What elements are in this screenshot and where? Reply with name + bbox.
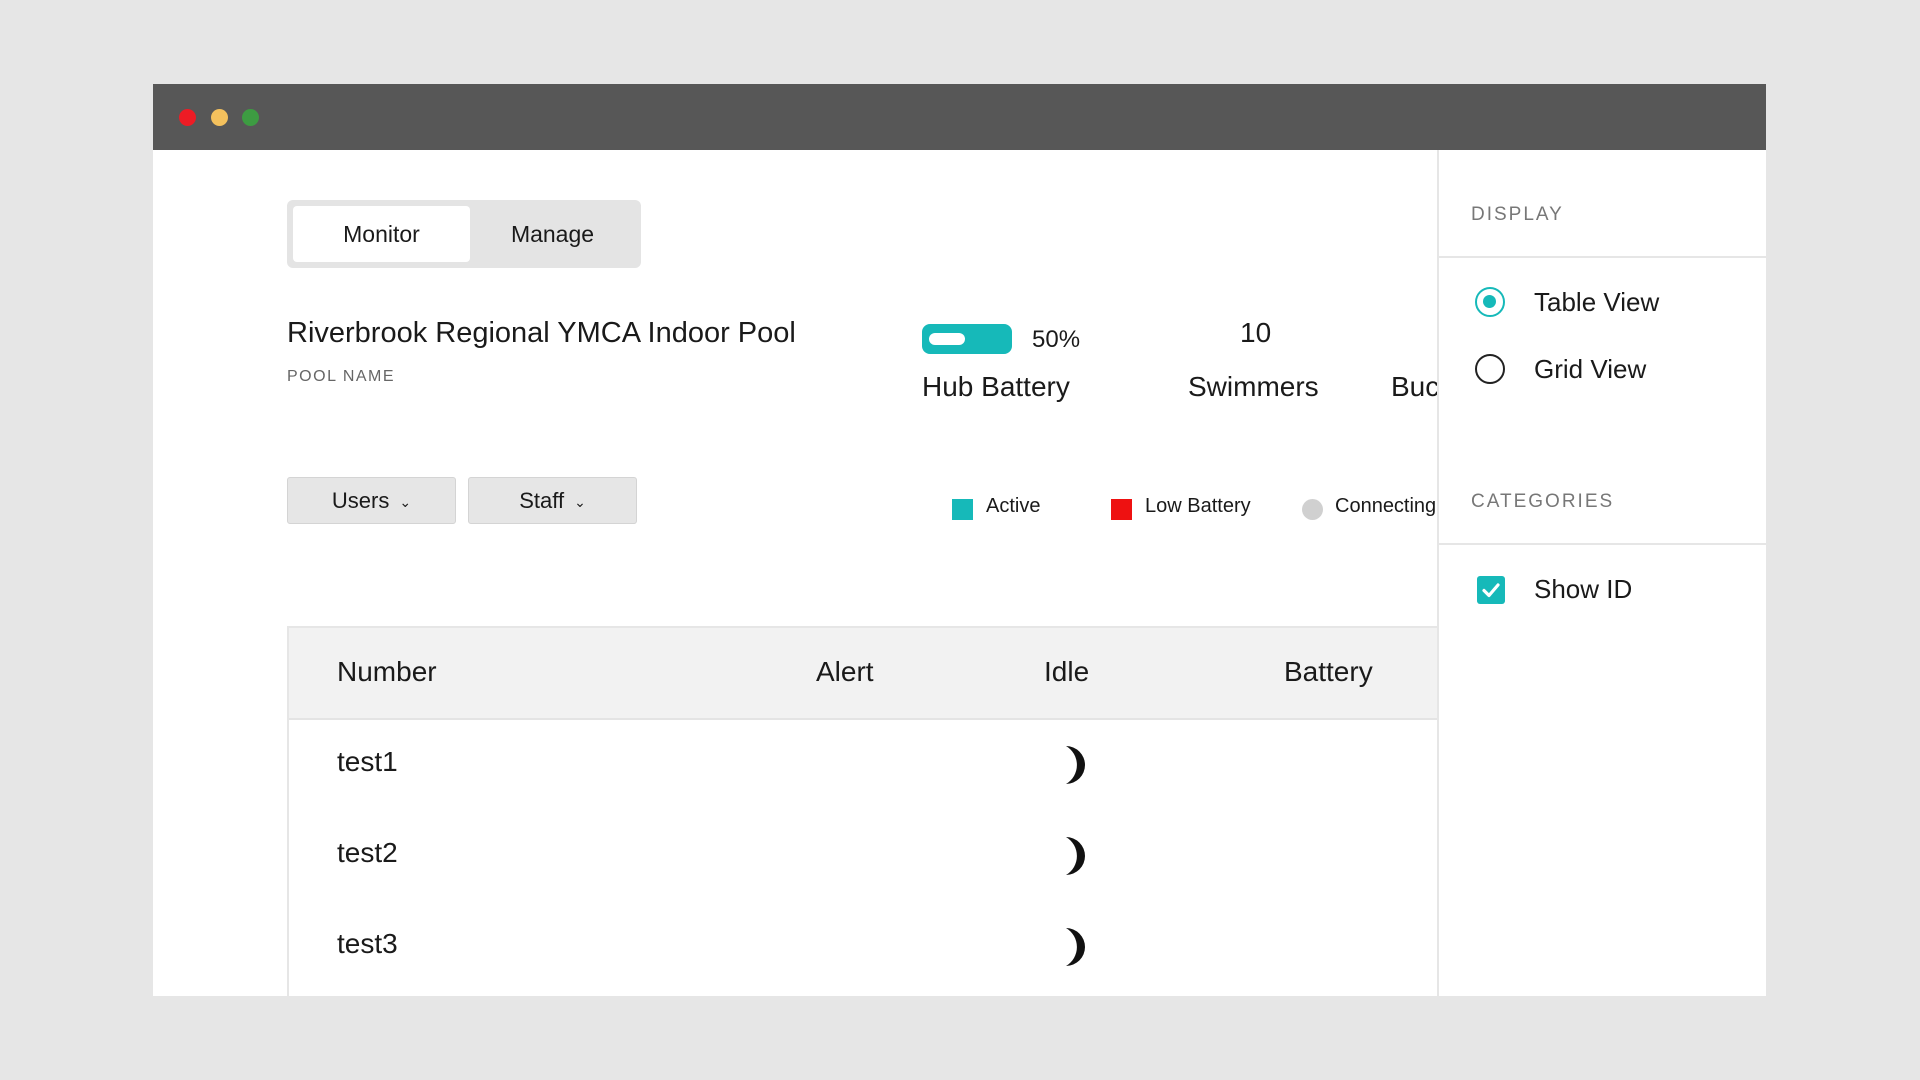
grid-view-radio-option[interactable]: Grid View	[1475, 353, 1735, 387]
swimmers-count: 10	[1240, 317, 1272, 348]
legend-active: Active	[986, 495, 1041, 517]
staff-dropdown-label: Staff	[519, 488, 565, 513]
show-id-checkbox-option[interactable]: Show ID	[1475, 573, 1735, 607]
moon-icon	[1066, 746, 1085, 784]
column-header-battery[interactable]: Battery	[1284, 656, 1373, 688]
close-window-button[interactable]	[179, 109, 196, 126]
hub-battery-fill	[929, 333, 965, 345]
view-mode-segmented-control: Monitor Manage	[287, 200, 641, 268]
table-row[interactable]: test1	[289, 722, 1437, 812]
table-view-radio[interactable]	[1475, 287, 1505, 317]
divider	[1439, 543, 1766, 545]
checkmark-icon	[1482, 583, 1500, 598]
title-bar	[153, 84, 1766, 150]
hub-battery-label: Hub Battery	[922, 371, 1070, 402]
table-view-radio-option[interactable]: Table View	[1475, 286, 1735, 320]
pool-name-label: POOL NAME	[287, 368, 396, 385]
hub-battery-icon	[922, 324, 1012, 354]
column-header-idle[interactable]: Idle	[1044, 656, 1089, 688]
swimmers-table: Number Alert Idle Battery test1 test2 te…	[287, 626, 1437, 996]
table-row[interactable]: test3	[289, 904, 1437, 994]
active-legend-swatch	[952, 499, 973, 520]
tab-manage[interactable]: Manage	[470, 206, 635, 262]
column-header-number[interactable]: Number	[337, 656, 437, 688]
table-row[interactable]: test2	[289, 813, 1437, 903]
staff-dropdown[interactable]: Staff ⌄	[468, 477, 637, 524]
hub-battery-percent: 50%	[1032, 326, 1081, 353]
app-window: Monitor Manage Riverbrook Regional YMCA …	[153, 84, 1766, 996]
legend-connecting: Connecting	[1335, 495, 1437, 517]
moon-icon	[1066, 928, 1085, 966]
pool-name: Riverbrook Regional YMCA Indoor Pool	[287, 317, 796, 349]
grid-view-label: Grid View	[1534, 354, 1647, 384]
table-view-label: Table View	[1534, 287, 1660, 317]
users-dropdown[interactable]: Users ⌄	[287, 477, 456, 524]
chevron-down-icon: ⌄	[399, 493, 412, 510]
buddies-label: Buc	[1391, 371, 1437, 402]
users-dropdown-label: Users	[331, 488, 390, 513]
row-number: test2	[337, 837, 398, 868]
grid-view-radio[interactable]	[1475, 354, 1505, 384]
row-number: test1	[337, 746, 398, 777]
low-battery-legend-swatch	[1111, 499, 1132, 520]
swimmers-label: Swimmers	[1188, 371, 1319, 402]
display-settings-panel: DISPLAY Table View Grid View CATEGORIES …	[1437, 150, 1766, 996]
divider	[1439, 256, 1766, 258]
show-id-checkbox[interactable]	[1477, 576, 1505, 604]
row-number: test3	[337, 928, 398, 959]
tab-monitor[interactable]: Monitor	[293, 206, 470, 262]
connecting-legend-icon	[1302, 499, 1323, 520]
categories-section-title: CATEGORIES	[1471, 491, 1615, 512]
minimize-window-button[interactable]	[211, 109, 228, 126]
moon-icon	[1066, 837, 1085, 875]
column-header-alert[interactable]: Alert	[816, 656, 874, 688]
radio-selected-dot	[1483, 295, 1496, 308]
chevron-down-icon: ⌄	[574, 493, 586, 510]
display-section-title: DISPLAY	[1471, 204, 1564, 225]
show-id-label: Show ID	[1534, 574, 1633, 604]
table-header: Number Alert Idle Battery	[289, 628, 1437, 720]
maximize-window-button[interactable]	[242, 109, 259, 126]
legend-low-battery: Low Battery	[1145, 495, 1251, 517]
main-content: Monitor Manage Riverbrook Regional YMCA …	[153, 150, 1437, 996]
